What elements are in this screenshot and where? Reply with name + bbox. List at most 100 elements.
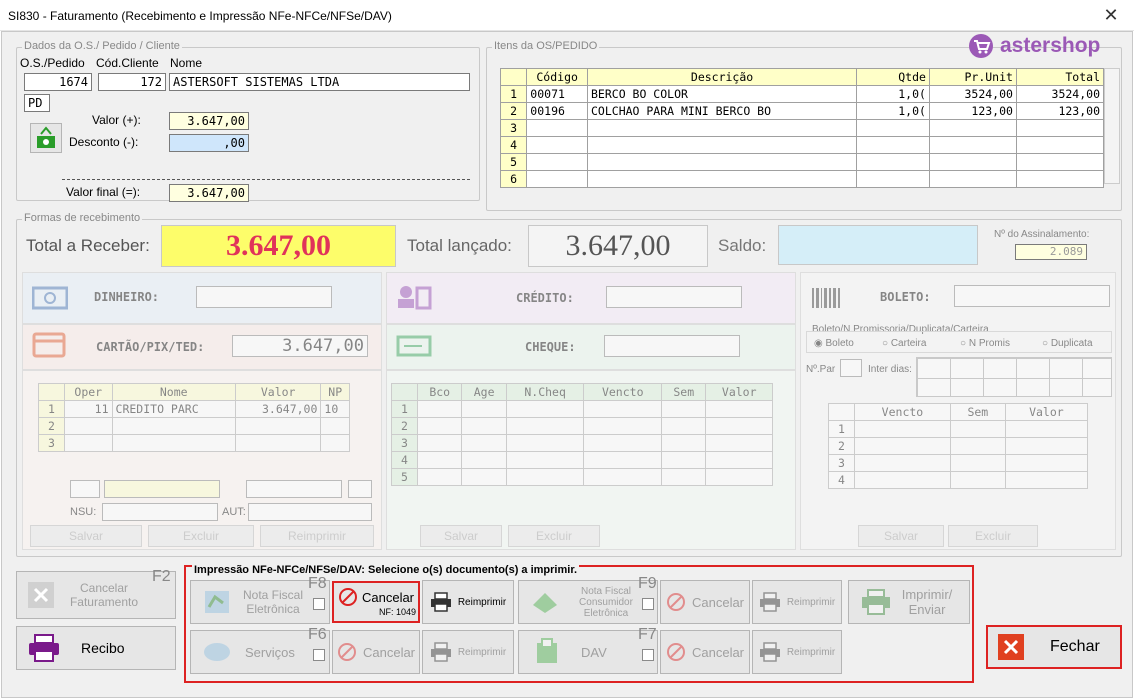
boleto-label: BOLETO: [880,290,931,304]
card-small-field[interactable] [70,480,100,498]
servicos-icon [204,643,230,661]
cancelar-nfce-button[interactable]: Cancelar [660,580,750,624]
table-row[interactable]: 1 00071 BERCO BO COLOR 1,0(3524,00 3524,00 [499,85,1105,103]
credito-label: CRÉDITO: [516,291,574,305]
interdias-grid[interactable] [916,357,1112,397]
col-total: Total [1015,68,1105,86]
reimprimir-dav-button[interactable]: Reimprimir [752,630,842,674]
fechar-button[interactable]: Fechar [986,625,1122,669]
imprimir-enviar-button[interactable]: Imprimir/ Enviar [848,580,970,624]
cancelar-dav-button[interactable]: Cancelar [660,630,750,674]
f6-key-label: F6 [308,626,327,643]
table-row[interactable]: 3 [38,434,350,452]
main-panel: Dados da O.S./ Pedido / Cliente O.S./Ped… [1,31,1133,698]
table-row[interactable]: 4 [391,451,773,469]
table-row[interactable]: 1 11 CREDITO PARC 3.647,00 10 [38,400,350,418]
salvar-boleto-button[interactable]: Salvar [858,525,944,547]
table-row[interactable]: 1 [828,420,1089,438]
cartao-grid[interactable]: Oper Nome Valor NP 1 11 CREDITO PARC 3.647,00 1… [38,383,350,452]
aut-label: AUT: [222,506,246,518]
desconto-label: Desconto (-): [69,135,139,149]
recibo-button[interactable]: Recibo [16,626,176,670]
excluir-cheque-button[interactable]: Excluir [508,525,600,547]
npar-field[interactable] [840,359,862,377]
nsu-field[interactable] [102,503,218,521]
cancelar-servicos-button[interactable]: Cancelar [332,630,420,674]
card-name-field[interactable] [104,480,220,498]
radio-boleto[interactable]: ◉ Boleto [814,338,854,349]
cheque-grid[interactable]: Bco Age N.Cheq Vencto Sem Valor 1 2 3 4 5 [391,383,773,486]
reimprimir-servicos-button[interactable]: Reimprimir [422,630,514,674]
card-value-field[interactable] [246,480,342,498]
dav-checkbox[interactable] [642,649,654,661]
table-row[interactable]: 6 [499,170,1105,188]
dav-button[interactable]: DAV [518,630,658,674]
excluir-boleto-button[interactable]: Excluir [948,525,1038,547]
cancel-x-icon [28,582,54,608]
cancelar-nfe-button[interactable]: Cancelar NF: 1049 [332,581,420,623]
table-row[interactable]: 4 [499,136,1105,154]
boleto-grid[interactable]: Vencto Sem Valor 1 2 3 4 [828,403,1089,489]
itens-grid[interactable]: Código Descrição Qtde Pr.Unit Total 1 000… [499,68,1105,188]
radio-duplicata[interactable]: ○ Duplicata [1042,338,1093,349]
money-refresh-button[interactable] [30,123,62,153]
cancel-icon [666,593,685,611]
cash-icon [32,286,68,310]
radio-npromis[interactable]: ○ N Promis [960,338,1010,349]
col-prunit: Pr.Unit [928,68,1017,86]
valor-field[interactable]: 3.647,00 [169,112,249,130]
tipo-field[interactable]: PD [24,94,50,112]
close-icon[interactable]: ✕ [1088,0,1134,31]
salvar-cartao-button[interactable]: Salvar [30,525,142,547]
total-receber-value: 3.647,00 [161,225,396,267]
interdias-label: Inter dias: [868,364,912,375]
saldo-label: Saldo: [718,236,767,255]
final-field[interactable]: 3.647,00 [169,184,249,202]
aut-field[interactable] [248,503,372,521]
os-field[interactable]: 1674 [24,73,92,91]
table-row[interactable]: 3 [828,454,1089,472]
table-row[interactable]: 1 [391,400,773,418]
cartao-field[interactable]: 3.647,00 [232,335,368,357]
nfe-checkbox[interactable] [313,598,325,610]
table-row[interactable]: 3 [391,434,773,452]
formas-legend: Formas de recebimento [22,212,143,224]
radio-carteira[interactable]: ○ Carteira [882,338,926,349]
nfce-button[interactable]: Nota Fiscal Consumidor Eletrônica [518,580,658,624]
nome-field[interactable]: ASTERSOFT SISTEMAS LTDA [169,73,470,91]
reimprimir-nfce-button[interactable]: Reimprimir [752,580,842,624]
table-row[interactable]: 3 [499,119,1105,137]
table-row[interactable]: 2 [391,417,773,435]
window-title: SI830 - Faturamento (Recebimento e Impre… [8,9,392,23]
cancel-icon [337,643,356,661]
table-row[interactable]: 5 [499,153,1105,171]
f2-key-label: F2 [152,568,171,585]
table-row[interactable]: 2 00196 COLCHAO PARA MINI BERCO BO 1,0(123,… [499,102,1105,120]
title-bar: SI830 - Faturamento (Recebimento e Impre… [0,0,1134,31]
dinheiro-field[interactable] [196,286,332,308]
printer-icon [862,589,890,615]
itens-scrollbar[interactable] [1104,68,1120,184]
check-icon [396,335,432,357]
nfce-checkbox[interactable] [642,598,654,610]
card-np-field[interactable] [348,480,372,498]
credito-field[interactable] [606,286,742,308]
boleto-field[interactable] [954,285,1110,307]
desconto-field[interactable]: ,00 [169,134,249,152]
col-descricao: Descrição [586,68,858,86]
reimprimir-nfe-button[interactable]: Reimprimir [422,580,514,624]
reimprimir-cartao-button[interactable]: Reimprimir [260,525,374,547]
barcode-icon [812,288,840,308]
brand-logo: astershop [968,34,1100,58]
total-receber-label: Total a Receber: [26,236,150,255]
cod-field[interactable]: 172 [98,73,166,91]
cheque-field[interactable] [604,335,740,357]
table-row[interactable]: 2 [828,437,1089,455]
table-row[interactable]: 2 [38,417,350,435]
table-row[interactable]: 5 [391,468,773,486]
table-row[interactable]: 4 [828,471,1089,489]
servicos-checkbox[interactable] [313,649,325,661]
excluir-cartao-button[interactable]: Excluir [148,525,254,547]
assinalamento-field[interactable]: 2.089 [1015,244,1087,260]
salvar-cheque-button[interactable]: Salvar [420,525,502,547]
